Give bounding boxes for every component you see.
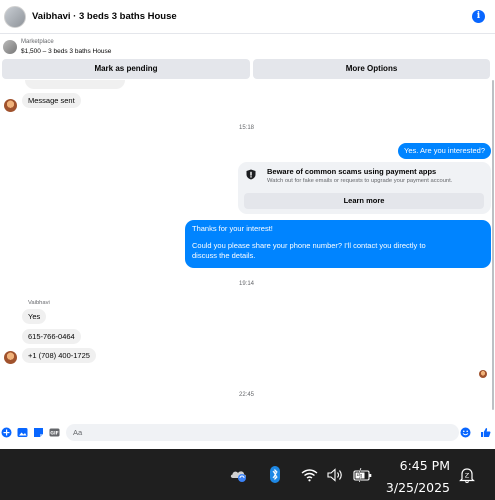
sticker-icon[interactable] [33, 427, 44, 438]
message-line: Could you please share your phone number… [192, 241, 426, 250]
info-icon[interactable]: i [472, 10, 485, 23]
bluetooth-icon[interactable] [270, 466, 280, 483]
message-line: Thanks for your interest! [192, 224, 273, 233]
listing-source: Marketplace [21, 39, 54, 45]
battery-charging-icon[interactable] [353, 468, 373, 482]
onedrive-sync-icon[interactable] [229, 467, 249, 483]
conversation-title[interactable]: Vaibhavi · 3 beds 3 baths House [32, 11, 177, 22]
incoming-message[interactable]: 615-766-0464 [22, 329, 81, 344]
message-sent-status: Message sent [22, 93, 81, 108]
svg-text:GIF: GIF [50, 431, 58, 437]
gif-icon[interactable]: GIF [49, 427, 60, 438]
contact-avatar[interactable] [4, 5, 26, 28]
taskbar: 6:45 PM 3/25/2025 Z [0, 449, 495, 500]
outgoing-message-long[interactable]: Thanks for your interest! Could you plea… [185, 220, 491, 268]
shield-icon [246, 169, 256, 180]
system-clock[interactable]: 6:45 PM 3/25/2025 [386, 458, 450, 497]
listing-summary[interactable]: Marketplace $1,500 – 3 beds 3 baths Hous… [0, 35, 495, 59]
message-thread[interactable]: Message sent 15:18 Yes. Are you interest… [0, 80, 495, 420]
timestamp: 22:45 [239, 392, 255, 398]
sender-avatar [4, 99, 17, 112]
conversation-header: Vaibhavi · 3 beds 3 baths House i [0, 0, 495, 34]
message-composer: GIF Aa [0, 422, 495, 444]
seen-avatar [479, 370, 487, 378]
notification-bell-icon[interactable]: Z [459, 466, 475, 484]
svg-text:Z: Z [465, 472, 470, 480]
plus-circle-icon[interactable] [1, 427, 12, 438]
outgoing-message[interactable]: Yes. Are you interested? [398, 143, 492, 159]
photo-icon[interactable] [17, 427, 28, 438]
learn-more-button[interactable]: Learn more [244, 193, 484, 209]
warning-title: Beware of common scams using payment app… [267, 167, 437, 176]
timestamp: 15:18 [239, 125, 255, 131]
listing-thumbnail [3, 40, 17, 54]
scam-warning-card: Beware of common scams using payment app… [238, 162, 491, 214]
warning-subtitle: Watch out for fake emails or requests to… [267, 178, 453, 184]
message-placeholder: Aa [73, 428, 83, 437]
timestamp: 19:14 [239, 281, 255, 287]
chat-scrollbar[interactable] [492, 80, 494, 410]
wifi-icon[interactable] [301, 468, 318, 482]
incoming-message[interactable]: Yes [22, 309, 47, 324]
emoji-icon[interactable] [460, 427, 471, 438]
message-input[interactable]: Aa [66, 424, 459, 441]
mark-pending-button[interactable]: Mark as pending [2, 59, 250, 79]
sender-name: Vaibhavi [28, 300, 50, 306]
incoming-message[interactable]: +1 (708) 400-1725 [22, 348, 96, 363]
message-line: discuss the details. [192, 251, 256, 260]
thumbs-up-icon[interactable] [480, 427, 491, 438]
sender-avatar [4, 351, 17, 364]
previous-message-bubble [25, 80, 125, 89]
clock-time: 6:45 PM [399, 458, 450, 473]
clock-date: 3/25/2025 [385, 480, 450, 495]
more-options-button[interactable]: More Options [253, 59, 490, 79]
listing-actions: Mark as pending More Options [0, 59, 495, 80]
volume-icon[interactable] [327, 468, 344, 482]
listing-description: $1,500 – 3 beds 3 baths House [21, 48, 112, 55]
